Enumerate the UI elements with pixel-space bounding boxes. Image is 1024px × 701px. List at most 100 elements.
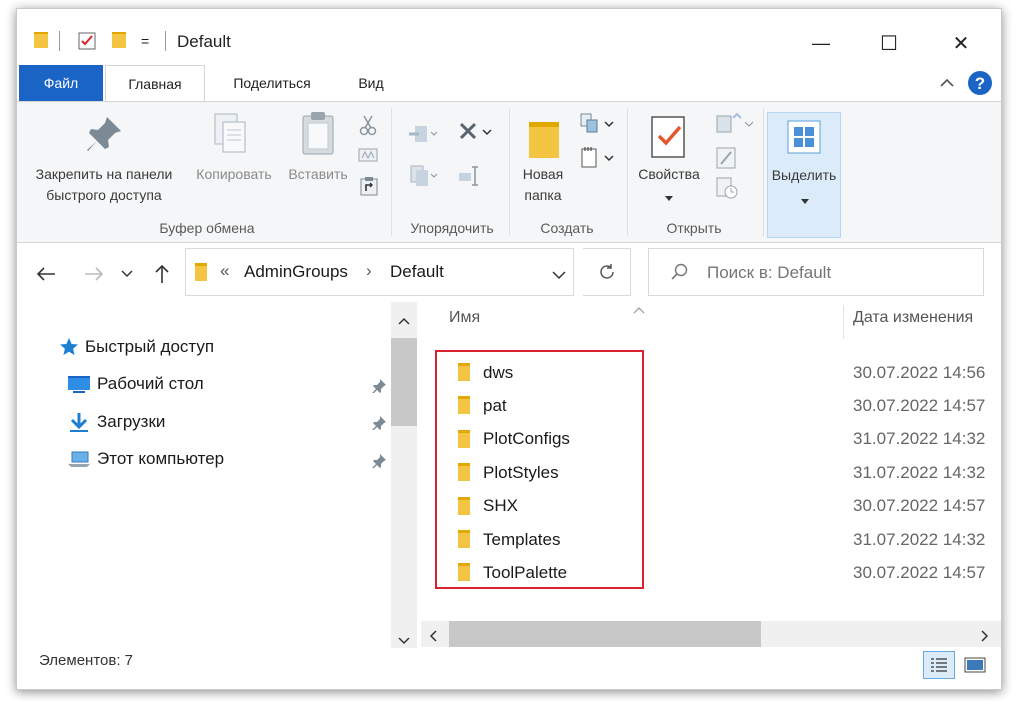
ribbon-separator (509, 108, 510, 236)
properties-dropdown-icon[interactable] (664, 190, 674, 207)
close-button[interactable]: ✕ (939, 23, 983, 63)
breadcrumb-separator: › (366, 261, 372, 280)
details-view-button[interactable] (923, 651, 955, 679)
new-item-icon[interactable] (579, 112, 615, 140)
ribbon-separator (391, 108, 392, 236)
qat-divider (59, 31, 60, 51)
copy-button[interactable]: Копировать (187, 164, 281, 185)
tab-file[interactable]: Файл (19, 65, 103, 101)
nav-label: Этот компьютер (97, 449, 225, 468)
pinned-icon (372, 454, 386, 469)
refresh-button[interactable] (583, 248, 631, 296)
address-bar[interactable]: « AdminGroups › Default (185, 248, 574, 296)
tab-view[interactable]: Вид (345, 65, 397, 101)
scroll-right-icon[interactable] (981, 629, 989, 646)
nav-downloads[interactable]: Загрузки (67, 411, 165, 433)
tab-share[interactable]: Поделиться (213, 65, 331, 101)
column-header-date[interactable]: Дата изменения (853, 309, 973, 327)
pin-quick-access-button[interactable]: Закрепить на панели быстрого доступа (25, 164, 183, 206)
delete-icon[interactable] (457, 120, 493, 148)
item-count: Элементов: 7 (39, 652, 134, 669)
column-divider[interactable] (843, 305, 844, 339)
nav-this-pc[interactable]: Этот компьютер (67, 449, 224, 469)
pin-icon (85, 114, 125, 160)
ribbon-separator (763, 108, 764, 236)
explorer-window: = Default — ☐ ✕ Файл Главная Поделиться … (16, 8, 1002, 690)
nav-label: Загрузки (97, 412, 166, 431)
sort-ascending-icon (633, 301, 645, 318)
file-date: 30.07.2022 14:57 (853, 395, 986, 415)
address-dropdown-icon[interactable] (552, 267, 566, 284)
up-button[interactable] (147, 259, 177, 289)
address-overflow[interactable]: « (220, 261, 229, 281)
properties-button[interactable]: Свойства (631, 164, 707, 185)
paste-shortcut-icon[interactable] (360, 176, 378, 200)
scroll-left-icon[interactable] (429, 629, 437, 646)
cut-icon[interactable] (359, 114, 377, 140)
content-hscrollbar[interactable] (421, 621, 1001, 647)
address-folder-icon (194, 262, 208, 286)
desktop-icon (68, 376, 90, 393)
qat-dropdown-icon[interactable]: = (141, 33, 149, 49)
window-title: Default (177, 32, 231, 51)
help-icon[interactable]: ? (967, 70, 993, 96)
organize-group-label: Упорядочить (410, 220, 494, 236)
move-to-icon[interactable] (407, 122, 439, 150)
file-date: 30.07.2022 14:57 (853, 562, 986, 582)
easy-access-icon[interactable] (579, 146, 615, 174)
minimize-button[interactable]: — (799, 23, 843, 63)
qat-new-folder-icon[interactable] (111, 31, 127, 49)
scroll-up-icon[interactable] (398, 312, 410, 329)
breadcrumb-admingroups[interactable]: AdminGroups (244, 262, 348, 282)
open-icon[interactable] (715, 112, 755, 140)
open-group-label: Открыть (666, 220, 722, 236)
qat-properties-icon[interactable] (77, 31, 97, 51)
breadcrumb-default[interactable]: Default (390, 262, 444, 282)
hscroll-thumb[interactable] (449, 621, 761, 647)
file-date: 30.07.2022 14:57 (853, 496, 986, 516)
copy-path-icon[interactable] (358, 148, 378, 166)
paste-button[interactable]: Вставить (283, 164, 353, 185)
ribbon: Закрепить на панели быстрого доступа Коп… (17, 101, 1001, 243)
clipboard-group-label: Буфер обмена (159, 220, 255, 236)
history-icon[interactable] (715, 176, 741, 204)
collapse-ribbon-icon[interactable] (937, 73, 957, 93)
nav-desktop[interactable]: Рабочий стол (67, 374, 204, 394)
properties-icon (649, 114, 689, 164)
copy-icon (211, 110, 251, 164)
pin-label-line2: быстрого доступа (46, 187, 162, 203)
scroll-thumb[interactable] (391, 338, 417, 426)
large-icons-view-icon (964, 657, 986, 673)
new-folder-button[interactable]: Новая папка (511, 164, 575, 206)
forward-button[interactable] (79, 259, 109, 289)
nav-quick-access[interactable]: Быстрый доступ (59, 337, 214, 357)
pinned-icon (372, 379, 386, 394)
pinned-icon (372, 416, 386, 431)
rename-icon[interactable] (457, 164, 481, 192)
details-view-icon (931, 658, 947, 672)
search-input[interactable] (705, 259, 969, 287)
nav-scrollbar[interactable] (391, 302, 417, 648)
back-button[interactable] (31, 259, 61, 289)
select-icon (786, 119, 822, 159)
search-icon (671, 263, 689, 285)
column-header-name[interactable]: Имя (449, 309, 480, 327)
nav-label: Быстрый доступ (85, 337, 215, 356)
copy-to-icon[interactable] (407, 164, 439, 192)
paste-icon (299, 110, 339, 164)
recent-locations-button[interactable] (117, 259, 137, 289)
new-folder-icon (527, 118, 561, 164)
search-box[interactable] (648, 248, 984, 296)
new-folder-line1: Новая (522, 166, 564, 182)
scroll-down-icon[interactable] (398, 632, 410, 649)
large-icons-view-button[interactable] (959, 651, 991, 679)
title-bar: = Default — ☐ ✕ (17, 9, 1001, 65)
select-button[interactable]: Выделить (767, 112, 841, 238)
select-label: Выделить (771, 167, 837, 183)
maximize-button[interactable]: ☐ (867, 23, 911, 63)
select-dropdown-icon (800, 193, 810, 210)
edit-icon[interactable] (715, 146, 739, 174)
qat-folder-icon[interactable] (33, 31, 49, 49)
create-group-label: Создать (540, 220, 594, 236)
tab-home[interactable]: Главная (105, 65, 205, 102)
